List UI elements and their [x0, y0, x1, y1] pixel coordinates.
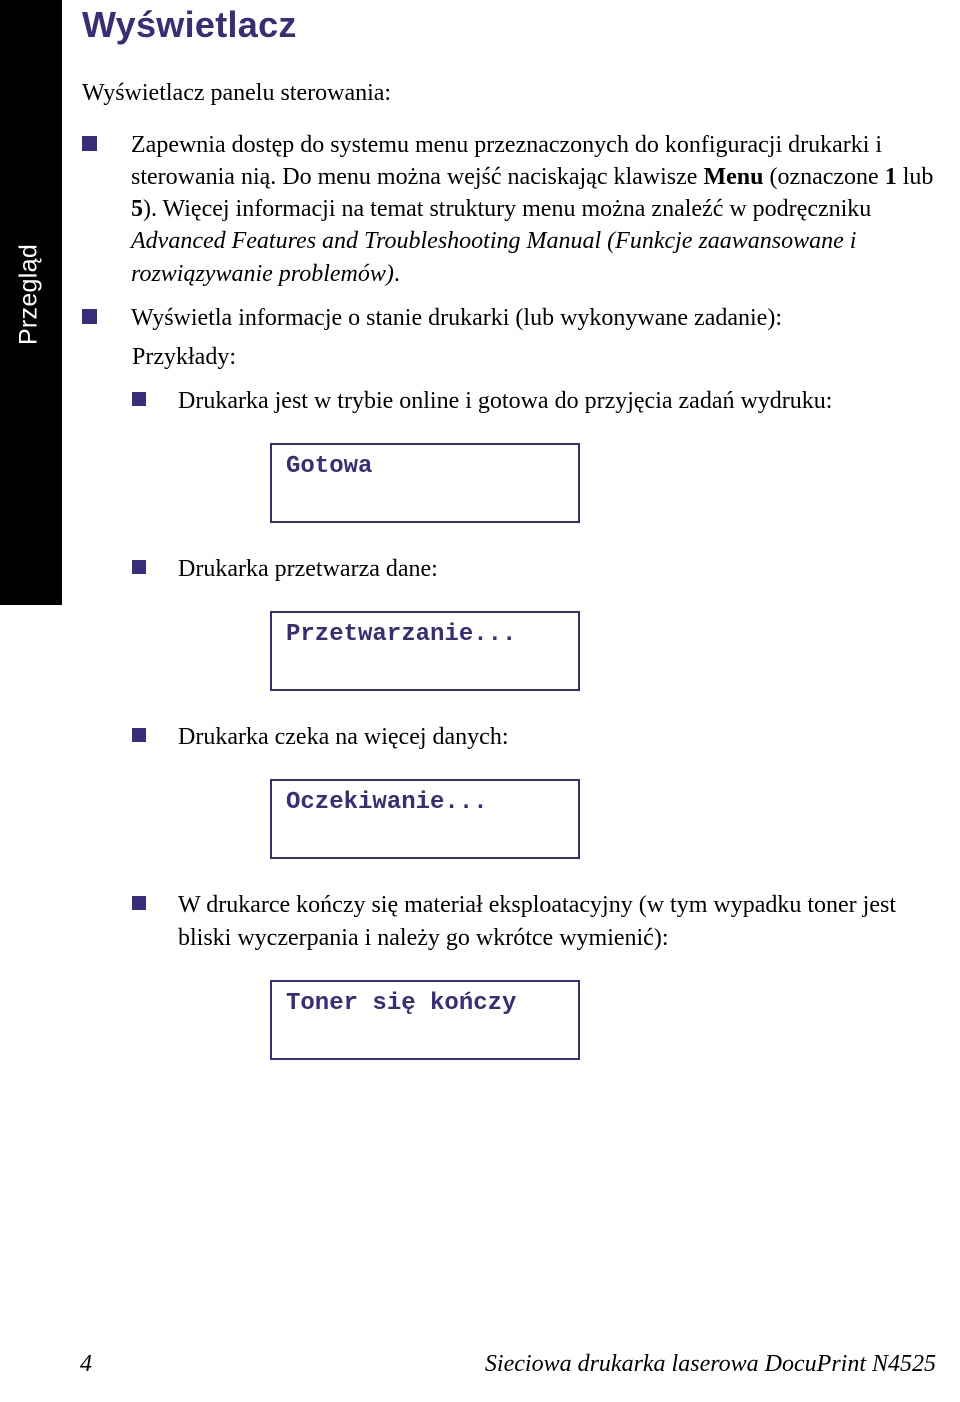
- bullet-text: Wyświetla informacje o stanie drukarki (…: [131, 302, 782, 334]
- page-content: Wyświetlacz Wyświetlacz panelu sterowani…: [80, 0, 940, 1066]
- lcd-display: Toner się kończy: [270, 980, 580, 1060]
- page-number: 4: [80, 1351, 92, 1378]
- page-title: Wyświetlacz: [80, 4, 940, 46]
- square-bullet-icon: [82, 136, 97, 151]
- bullet-item: Zapewnia dostęp do systemu menu przeznac…: [80, 129, 940, 290]
- examples-label: Przykłady:: [80, 344, 940, 371]
- display-wrap: Gotowa: [80, 443, 940, 523]
- square-bullet-icon: [132, 392, 146, 406]
- lcd-display: Przetwarzanie...: [270, 611, 580, 691]
- footer-title: Sieciowa drukarka laserowa DocuPrint N45…: [485, 1351, 936, 1378]
- example-item: Drukarka przetwarza dane:: [80, 553, 940, 585]
- square-bullet-icon: [132, 560, 146, 574]
- intro-text: Wyświetlacz panelu sterowania:: [80, 80, 940, 107]
- square-bullet-icon: [132, 896, 146, 910]
- lcd-display: Oczekiwanie...: [270, 779, 580, 859]
- square-bullet-icon: [82, 309, 97, 324]
- lcd-display: Gotowa: [270, 443, 580, 523]
- example-text: W drukarce kończy się materiał eksploata…: [178, 889, 940, 953]
- example-text: Drukarka czeka na więcej danych:: [178, 721, 508, 753]
- display-wrap: Przetwarzanie...: [80, 611, 940, 691]
- example-text: Drukarka przetwarza dane:: [178, 553, 438, 585]
- display-wrap: Oczekiwanie...: [80, 779, 940, 859]
- example-item: Drukarka czeka na więcej danych:: [80, 721, 940, 753]
- example-text: Drukarka jest w trybie online i gotowa d…: [178, 385, 832, 417]
- display-wrap: Toner się kończy: [80, 980, 940, 1060]
- bullet-item: Wyświetla informacje o stanie drukarki (…: [80, 302, 940, 334]
- bullet-text: Zapewnia dostęp do systemu menu przeznac…: [131, 129, 940, 290]
- page-footer: 4 Sieciowa drukarka laserowa DocuPrint N…: [0, 1351, 960, 1378]
- example-item: W drukarce kończy się materiał eksploata…: [80, 889, 940, 953]
- example-item: Drukarka jest w trybie online i gotowa d…: [80, 385, 940, 417]
- square-bullet-icon: [132, 728, 146, 742]
- tab-label: Przegląd: [15, 230, 44, 360]
- side-tab: Przegląd: [0, 0, 62, 605]
